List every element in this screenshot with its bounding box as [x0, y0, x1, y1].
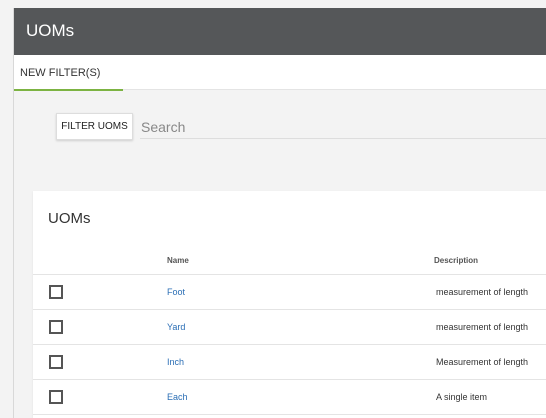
table-row: Yard measurement of length	[33, 310, 546, 345]
row-checkbox[interactable]	[49, 355, 63, 369]
uom-description: measurement of length	[436, 322, 529, 332]
uom-name-link[interactable]: Inch	[167, 357, 184, 367]
filter-uoms-button[interactable]: FILTER UOMS	[56, 113, 133, 140]
table-header: Name Description	[33, 243, 546, 275]
filter-area: FILTER UOMS	[14, 91, 546, 191]
table-row: Foot measurement of length	[33, 275, 546, 310]
table-row: Inch Measurement of length	[33, 345, 546, 380]
uom-name-link[interactable]: Yard	[167, 322, 185, 332]
uoms-card: UOMs Name Description Foot measurement o…	[33, 191, 546, 418]
app-header: UOMs	[14, 8, 546, 55]
row-checkbox[interactable]	[49, 390, 63, 404]
tab-bar: NEW FILTER(S)	[14, 55, 546, 91]
uom-description: Measurement of length	[436, 357, 529, 367]
uom-description: measurement of length	[436, 287, 529, 297]
column-header-name[interactable]: Name	[167, 256, 189, 265]
row-checkbox[interactable]	[49, 320, 63, 334]
uom-name-link[interactable]: Each	[167, 392, 188, 402]
search-input[interactable]	[140, 115, 546, 139]
uoms-table: Name Description Foot measurement of len…	[33, 243, 546, 415]
uom-description: A single item	[436, 392, 488, 402]
page: UOMs NEW FILTER(S) FILTER UOMS UOMs Name…	[0, 0, 546, 418]
tab-label: NEW FILTER(S)	[20, 67, 101, 79]
page-title: UOMs	[26, 21, 75, 40]
tab-new-filters[interactable]: NEW FILTER(S)	[14, 55, 123, 91]
card-title: UOMs	[48, 210, 91, 227]
column-header-description[interactable]: Description	[434, 256, 478, 265]
uom-name-link[interactable]: Foot	[167, 287, 185, 297]
table-row: Each A single item	[33, 380, 546, 415]
row-checkbox[interactable]	[49, 285, 63, 299]
